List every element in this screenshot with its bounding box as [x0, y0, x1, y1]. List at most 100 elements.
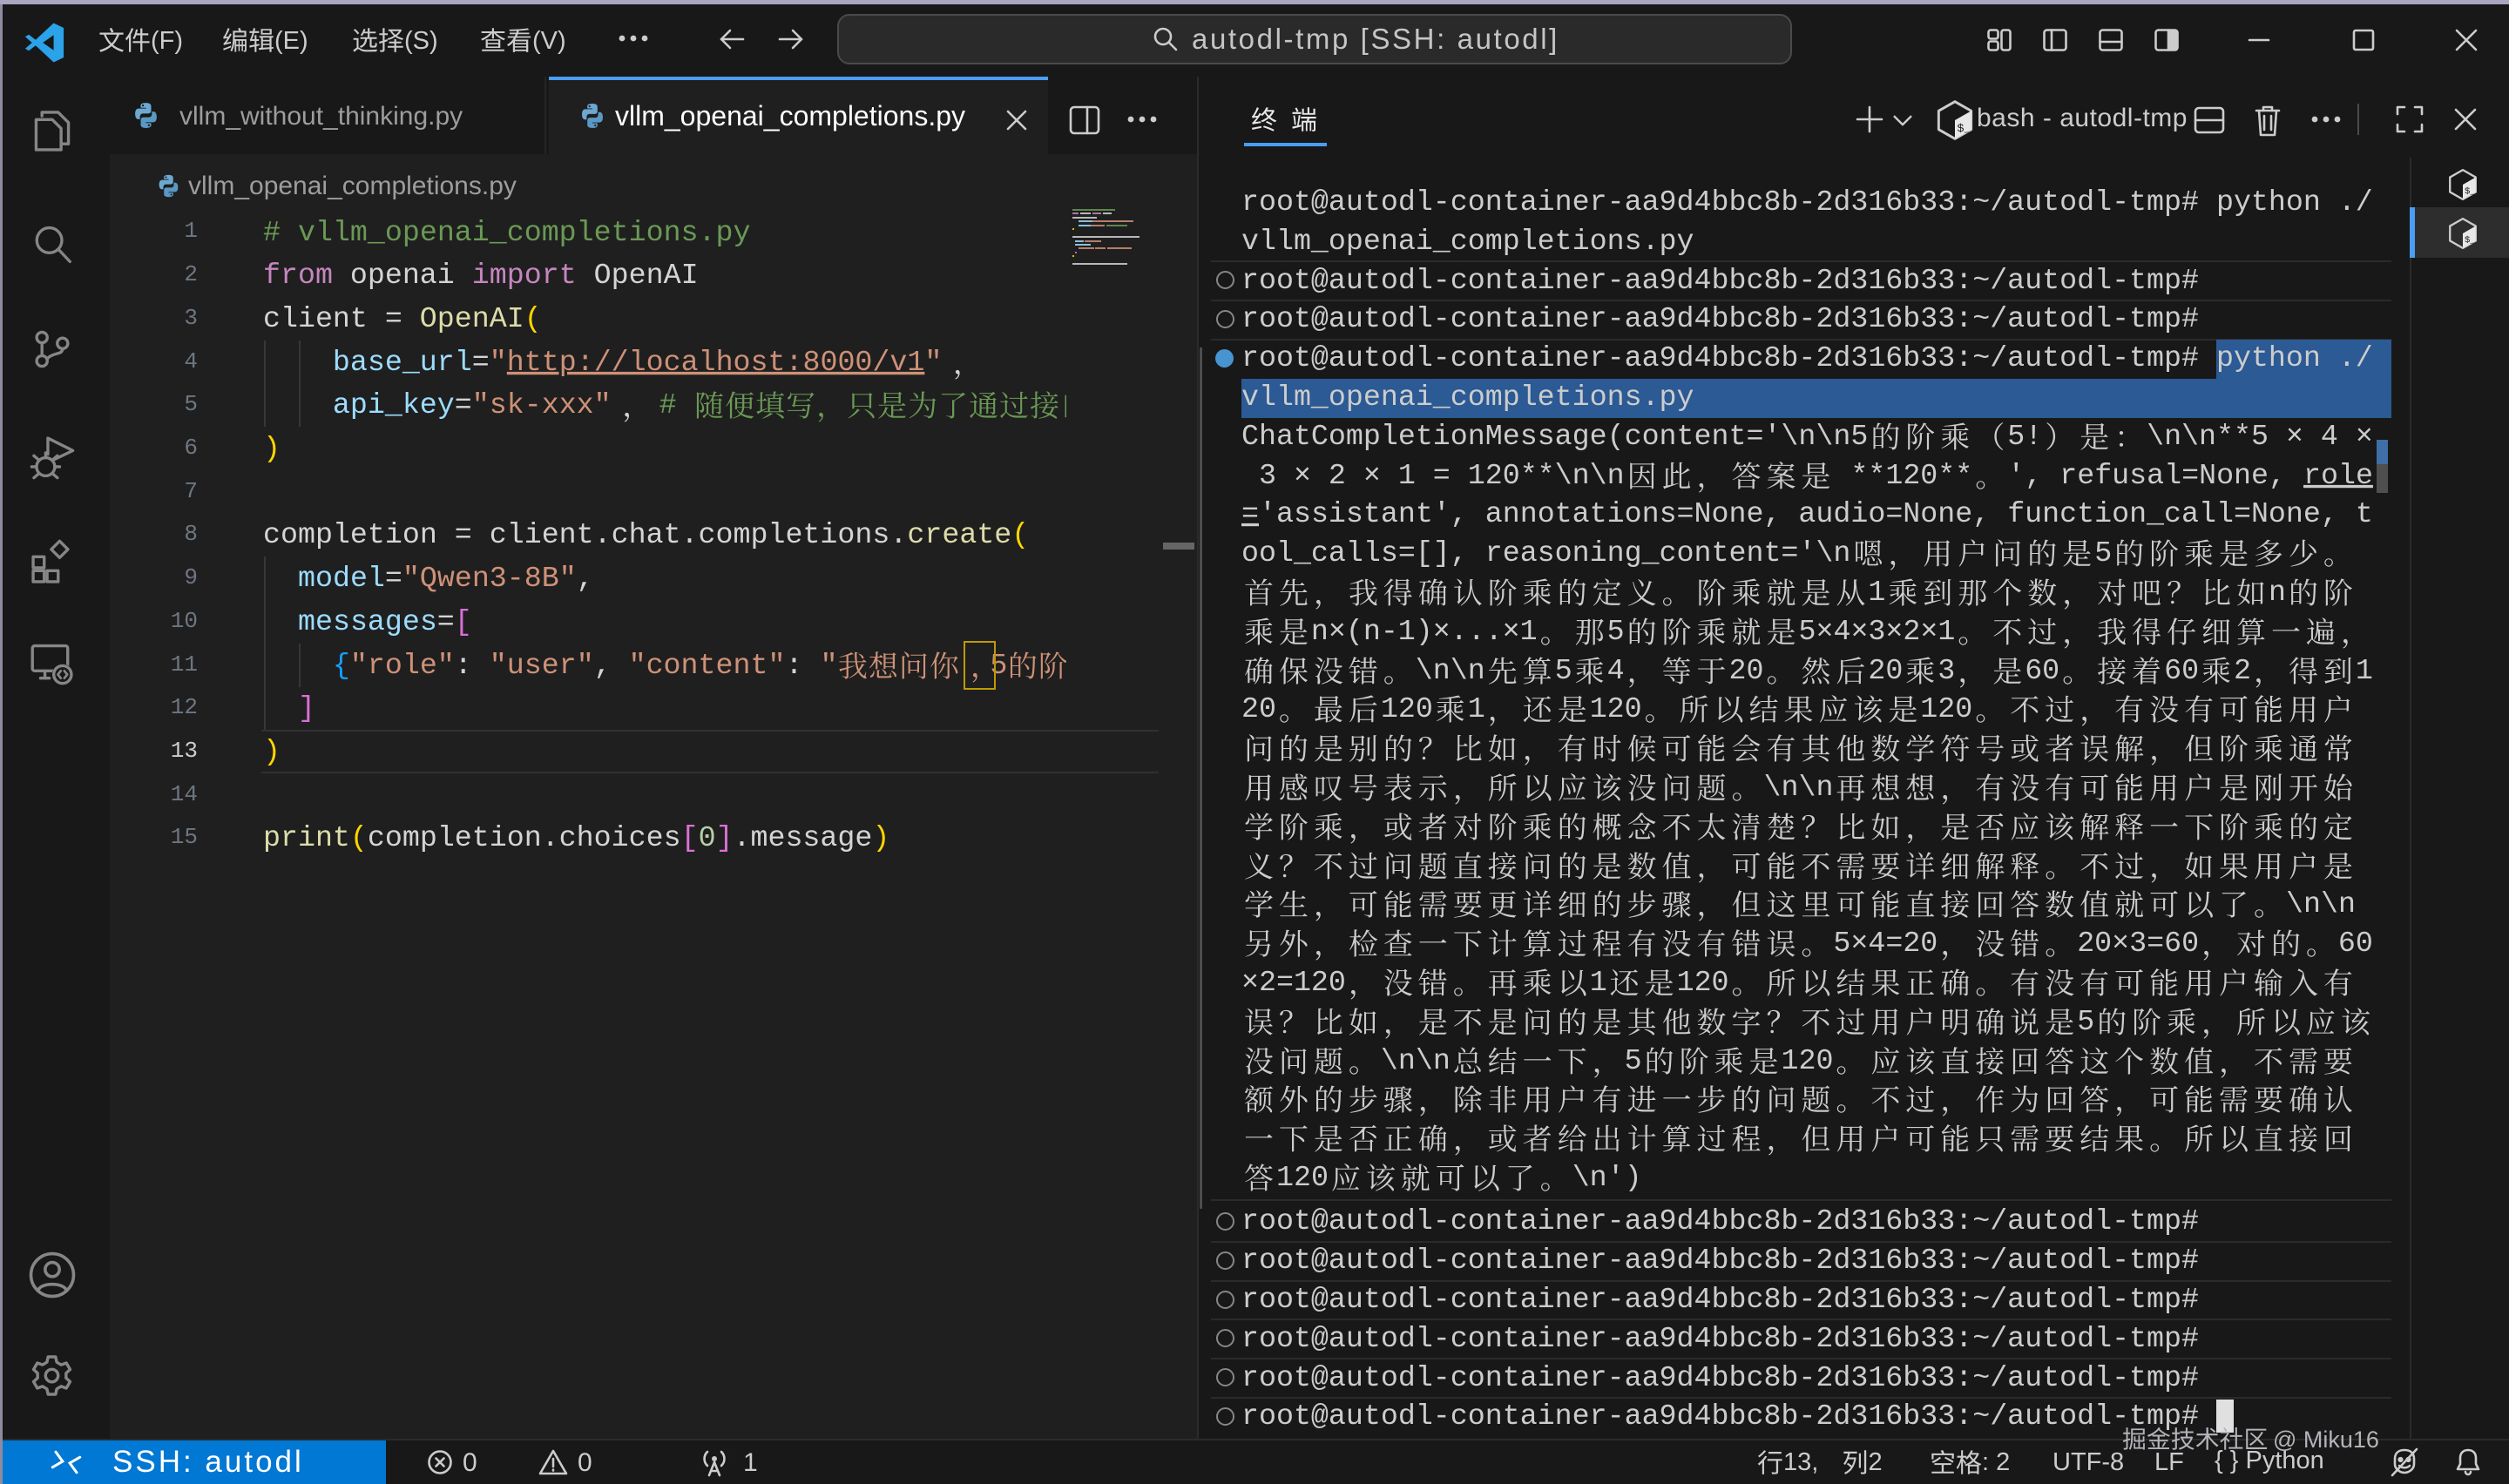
svg-text:2: 2 — [2234, 653, 2251, 686]
svg-text:root@autodl-container-aa9d4bbc: root@autodl-container-aa9d4bbc8b-2d316b3… — [1241, 1204, 2199, 1238]
svg-text:\n\n**5 × 4 ×: \n\n**5 × 4 × — [2147, 420, 2373, 453]
svg-text::: : — [786, 648, 821, 681]
svg-text:'assistant', annotations=None,: 'assistant', annotations=None, audio=Non… — [1259, 497, 2373, 530]
svg-text:120: 120 — [1276, 1161, 1329, 1194]
svg-text:from: from — [263, 259, 333, 292]
svg-text:(V): (V) — [532, 27, 566, 55]
svg-text:: 2: : 2 — [1982, 1448, 2010, 1476]
svg-text:"Qwen3-8B": "Qwen3-8B" — [402, 562, 577, 595]
svg-text:vllm_openai_completions.py: vllm_openai_completions.py — [1241, 225, 1694, 258]
svg-text:): ) — [263, 432, 281, 465]
svg-text:20×3=60: 20×3=60 — [2077, 927, 2199, 960]
svg-text:\n\n: \n\n — [1764, 771, 1834, 804]
svg-text:[: [ — [681, 821, 699, 854]
svg-text:60: 60 — [2164, 653, 2199, 686]
svg-text:60: 60 — [2338, 927, 2373, 960]
svg-text:20: 20 — [1241, 692, 1276, 725]
svg-text:root@autodl-container-aa9d4bbc: root@autodl-container-aa9d4bbc8b-2d316b3… — [1241, 302, 2199, 335]
svg-text:', refusal=None,: ', refusal=None, — [2007, 458, 2303, 491]
svg-text:(: ( — [1011, 518, 1029, 551]
svg-text:=: = — [385, 562, 402, 595]
svg-text:\n'): \n') — [1572, 1161, 1642, 1194]
svg-text:=: = — [1241, 497, 1259, 530]
svg-text:#: # — [659, 388, 694, 422]
svg-text:1: 1 — [1468, 692, 1485, 725]
svg-text:20: 20 — [1729, 653, 1764, 686]
svg-text:root@autodl-container-aa9d4bbc: root@autodl-container-aa9d4bbc8b-2d316b3… — [1241, 1360, 2199, 1393]
svg-text:$_: $_ — [2465, 186, 2477, 197]
svg-text:4: 4 — [1607, 653, 1625, 686]
svg-text:root@autodl-container-aa9d4bbc: root@autodl-container-aa9d4bbc8b-2d316b3… — [1241, 341, 2373, 374]
svg-text:openai: openai — [333, 259, 472, 292]
svg-text:ChatCompletionMessage(content=: ChatCompletionMessage(content='\n\n5 — [1241, 420, 1868, 453]
svg-text:(E): (E) — [274, 27, 308, 55]
svg-text:5: 5 — [1555, 653, 1572, 686]
svg-text:root@autodl-container-aa9d4bbc: root@autodl-container-aa9d4bbc8b-2d316b3… — [1241, 1400, 2199, 1433]
svg-text:\n\n: \n\n — [1381, 1043, 1451, 1076]
svg-text:completion = client.chat.compl: completion = client.chat.completions. — [263, 518, 907, 551]
svg-text:$_: $_ — [1957, 123, 1972, 137]
svg-text:"user": "user" — [490, 648, 594, 681]
svg-text:2: 2 — [1869, 1448, 1883, 1476]
svg-text:]: ] — [716, 821, 734, 854]
svg-text:5×4=20: 5×4=20 — [1833, 927, 1938, 960]
svg-text:5!: 5! — [2007, 420, 2042, 453]
svg-text:root@autodl-container-aa9d4bbc: root@autodl-container-aa9d4bbc8b-2d316b3… — [1241, 263, 2199, 296]
svg-text:**120**: **120** — [1833, 458, 1972, 491]
svg-text:5×4×3×2×1: 5×4×3×2×1 — [1799, 615, 1956, 648]
svg-text:\n\n: \n\n — [1416, 653, 1485, 686]
svg-text::: : — [455, 648, 490, 681]
svg-text:1: 1 — [2356, 653, 2373, 686]
svg-text:120: 120 — [1381, 692, 1433, 725]
svg-text:3 × 2 × 1 = 120**\n\n: 3 × 2 × 1 = 120**\n\n — [1241, 458, 1625, 491]
svg-text:120: 120 — [1677, 966, 1729, 999]
svg-text:20: 20 — [1868, 653, 1903, 686]
svg-text:=: = — [437, 605, 455, 638]
svg-text:create: create — [907, 518, 1011, 551]
svg-text:print: print — [263, 821, 350, 854]
svg-text:(: ( — [524, 302, 542, 335]
svg-text:root@autodl-container-aa9d4bbc: root@autodl-container-aa9d4bbc8b-2d316b3… — [1241, 186, 2373, 219]
svg-text:5: 5 — [2077, 1005, 2094, 1038]
svg-text:(F): (F) — [151, 27, 183, 55]
svg-text:1: 1 — [1868, 576, 1885, 609]
svg-text:.message: .message — [734, 821, 873, 854]
svg-text:base_url: base_url — [333, 345, 472, 378]
svg-text:messages: messages — [298, 605, 437, 638]
svg-text:0: 0 — [699, 821, 716, 854]
svg-text:n: n — [2269, 576, 2286, 609]
svg-text:): ) — [872, 821, 889, 854]
svg-text:root@autodl-container-aa9d4bbc: root@autodl-container-aa9d4bbc8b-2d316b3… — [1241, 1244, 2199, 1277]
svg-text:]: ] — [263, 691, 315, 725]
svg-text:3: 3 — [1938, 653, 1955, 686]
svg-text:{: { — [333, 648, 350, 681]
svg-text:,: , — [577, 562, 594, 595]
svg-text:model: model — [298, 562, 385, 595]
svg-text:120: 120 — [1920, 692, 1972, 725]
svg-text:1: 1 — [1590, 966, 1607, 999]
svg-text:@ Miku16: @ Miku16 — [2273, 1427, 2379, 1453]
svg-text:): ) — [263, 735, 281, 768]
svg-text:5: 5 — [1607, 615, 1625, 648]
svg-text:role: role — [2303, 458, 2373, 491]
svg-text:": " — [821, 648, 838, 681]
svg-text:[: [ — [455, 605, 472, 638]
svg-text:": " — [490, 345, 507, 378]
svg-text:5: 5 — [1625, 1043, 1642, 1076]
svg-text:root@autodl-container-aa9d4bbc: root@autodl-container-aa9d4bbc8b-2d316b3… — [1241, 1322, 2199, 1355]
svg-text:,: , — [594, 648, 629, 681]
svg-text:"content": "content" — [629, 648, 786, 681]
svg-text:# vllm_openai_completions.py: # vllm_openai_completions.py — [263, 215, 750, 248]
svg-text:60: 60 — [2025, 653, 2059, 686]
svg-text:(: ( — [350, 821, 368, 854]
svg-text:n×(n-1)×...×1: n×(n-1)×...×1 — [1311, 615, 1538, 648]
svg-text:root@autodl-container-aa9d4bbc: root@autodl-container-aa9d4bbc8b-2d316b3… — [1241, 1283, 2199, 1316]
svg-text:vllm_openai_completions.py: vllm_openai_completions.py — [1241, 381, 1694, 414]
svg-text:=: = — [455, 388, 472, 422]
svg-text:OpenAI: OpenAI — [420, 302, 524, 335]
svg-text:$_: $_ — [2465, 235, 2477, 246]
svg-text:=: = — [472, 345, 490, 378]
svg-text:5: 5 — [2094, 536, 2112, 570]
svg-text:client =: client = — [263, 302, 420, 335]
svg-text:ool_calls=[], reasoning_conten: ool_calls=[], reasoning_content='\n — [1241, 536, 1850, 570]
